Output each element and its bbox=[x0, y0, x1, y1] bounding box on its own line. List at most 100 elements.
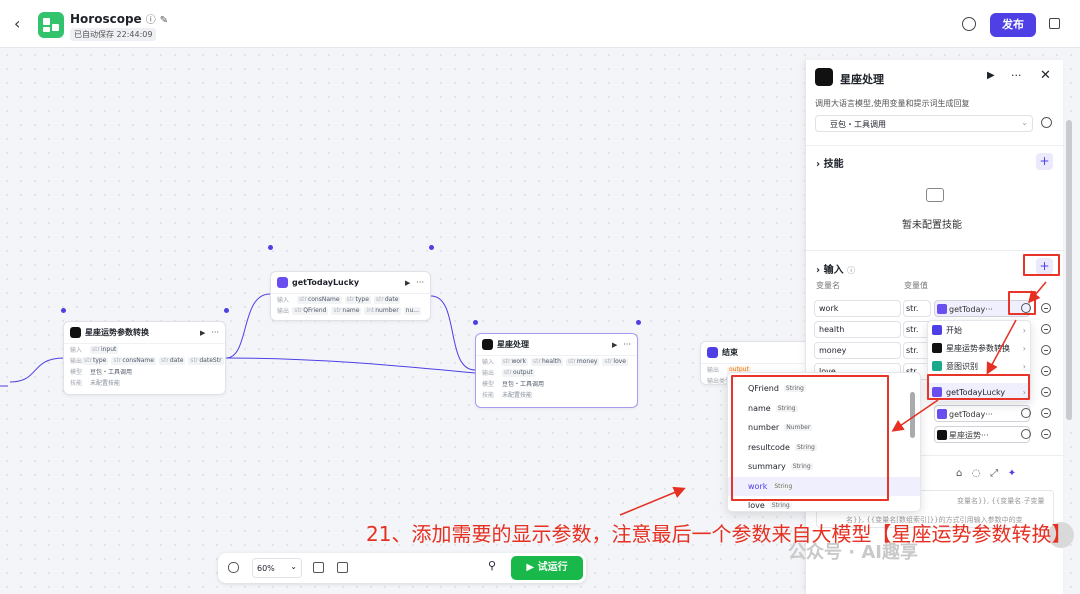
field-name: love bbox=[748, 501, 765, 511]
autosave-status: 已自动保存 22:44:09 bbox=[70, 28, 157, 41]
menu-item[interactable]: 开始 › bbox=[928, 321, 1030, 339]
remove-icon[interactable] bbox=[1041, 366, 1051, 376]
info-icon[interactable]: ⓘ bbox=[847, 266, 855, 275]
port-in[interactable] bbox=[268, 245, 273, 250]
history-icon[interactable] bbox=[962, 17, 976, 31]
output-label: 输出 bbox=[707, 367, 720, 374]
remove-icon[interactable] bbox=[1041, 429, 1051, 439]
column-header-value: 变量值 bbox=[904, 281, 928, 290]
reference-icon[interactable] bbox=[1021, 429, 1031, 439]
reference-icon[interactable] bbox=[1021, 408, 1031, 418]
comment-icon[interactable] bbox=[313, 562, 324, 573]
var-name-input[interactable]: health bbox=[814, 321, 901, 338]
publish-button[interactable]: 发布 bbox=[990, 13, 1036, 37]
input-section[interactable]: › 输入 ⓘ bbox=[816, 261, 855, 276]
highlight-box bbox=[1008, 291, 1036, 315]
run-icon[interactable]: ▶ bbox=[987, 70, 995, 81]
mouse-icon[interactable] bbox=[228, 562, 239, 573]
chevron-down-icon: ⌄ bbox=[1021, 118, 1028, 127]
output-label: 输出 bbox=[70, 358, 83, 365]
edit-icon[interactable]: ✎ bbox=[160, 15, 168, 26]
column-header-name: 变量名 bbox=[816, 281, 840, 290]
more-icon[interactable]: ··· bbox=[1011, 69, 1022, 82]
input-tag: input bbox=[100, 345, 117, 353]
zoom-select[interactable]: 60% ⌄ bbox=[252, 558, 302, 578]
output-label: 输出 bbox=[482, 370, 495, 377]
submenu-scrollbar[interactable] bbox=[910, 392, 915, 438]
menu-item[interactable]: 意图识别 › bbox=[928, 357, 1030, 375]
test-run-button[interactable]: ▶ 试运行 bbox=[511, 556, 583, 580]
skill-value: 未配置技能 bbox=[90, 380, 121, 387]
node-horoscope-process[interactable]: 星座处理 ▶ ··· 输入 strwork strhealth strmoney strlo… bbox=[475, 333, 638, 408]
panel-scrollbar[interactable] bbox=[1066, 120, 1072, 420]
run-icon[interactable]: ▶ bbox=[200, 329, 205, 337]
add-skill-button[interactable]: + bbox=[1036, 153, 1053, 170]
input-tag: consName bbox=[307, 295, 340, 303]
var-name-input[interactable]: money bbox=[814, 342, 901, 359]
chevron-right-icon: › bbox=[1022, 343, 1026, 353]
app-logo bbox=[38, 12, 64, 38]
skills-section[interactable]: › 技能 bbox=[816, 155, 844, 170]
more-icon[interactable]: ··· bbox=[623, 340, 631, 349]
bottom-toolbar: 60% ⌄ ⚲ ▶ 试运行 bbox=[218, 553, 586, 583]
library-icon[interactable]: ⌂ bbox=[956, 468, 962, 479]
skills-label: 技能 bbox=[823, 159, 844, 170]
plugin-icon bbox=[937, 304, 947, 314]
skill-value: 未配置技能 bbox=[502, 392, 533, 399]
input-label: 输入 bbox=[277, 297, 290, 304]
output-tag: number bbox=[375, 306, 399, 314]
llm-icon bbox=[932, 343, 942, 353]
back-icon[interactable]: ‹ bbox=[14, 14, 20, 33]
gear-icon[interactable] bbox=[1041, 117, 1052, 128]
expand-icon[interactable]: ⤢ bbox=[990, 468, 998, 479]
model-label: 模型 bbox=[482, 381, 495, 388]
more-icon[interactable]: ··· bbox=[211, 328, 219, 337]
run-icon[interactable]: ▶ bbox=[612, 341, 617, 349]
node-title: 星座运势参数转换 bbox=[85, 328, 149, 337]
remove-icon[interactable] bbox=[1041, 345, 1051, 355]
port-in[interactable] bbox=[473, 320, 478, 325]
copy-icon[interactable] bbox=[1049, 18, 1060, 29]
remove-icon[interactable] bbox=[1041, 303, 1051, 313]
bulb-icon[interactable]: ◌ bbox=[972, 468, 981, 479]
more-icon[interactable]: ··· bbox=[416, 278, 424, 287]
run-icon[interactable]: ▶ bbox=[405, 279, 410, 287]
output-tag: name bbox=[342, 306, 360, 314]
layout-icon[interactable] bbox=[337, 562, 348, 573]
remove-icon[interactable] bbox=[1041, 408, 1051, 418]
zoom-value: 60% bbox=[257, 564, 275, 573]
menu-item[interactable]: 星座运势参数转换 › bbox=[928, 339, 1030, 357]
close-icon[interactable]: ✕ bbox=[1040, 68, 1051, 83]
output-tag: type bbox=[92, 356, 107, 364]
remove-icon[interactable] bbox=[1041, 324, 1051, 334]
var-type-select[interactable]: str. bbox=[903, 300, 931, 317]
node-get-today-lucky[interactable]: getTodayLucky ▶ ··· 输入 strconsName strtype st… bbox=[270, 271, 431, 321]
prompt-hint: 变量名}}, {{变量名.子变量 bbox=[957, 497, 1045, 505]
trial-user-icon[interactable]: ⚲ bbox=[488, 559, 499, 572]
remove-icon[interactable] bbox=[1041, 387, 1051, 397]
var-value-select[interactable]: getToday··· bbox=[934, 405, 1030, 422]
model-select-value: 豆包・工具调用 bbox=[830, 120, 886, 129]
panel-description: 调用大语言模型,使用变量和提示词生成回复 bbox=[815, 99, 970, 108]
panel-title: 星座处理 bbox=[840, 73, 884, 86]
var-value-text: getToday··· bbox=[949, 410, 993, 419]
node-param-convert[interactable]: 星座运势参数转换 ▶ ··· 输入 strinput 输出 strtype strcons… bbox=[63, 321, 226, 395]
output-tag: nu... bbox=[405, 306, 419, 314]
var-value-select[interactable]: 星座运势··· bbox=[934, 426, 1030, 443]
llm-icon bbox=[482, 339, 493, 350]
prompt-toolbar: ⌂ ◌ ⤢ ✦ bbox=[956, 468, 1016, 479]
info-icon[interactable]: ⓘ bbox=[146, 15, 156, 26]
input-label: 输入 bbox=[823, 265, 844, 276]
node-title: getTodayLucky bbox=[292, 278, 360, 287]
var-name-input[interactable]: work bbox=[814, 300, 901, 317]
port-out[interactable] bbox=[636, 320, 641, 325]
model-select[interactable]: 豆包・工具调用 ⌄ bbox=[815, 115, 1033, 132]
port-in[interactable] bbox=[61, 308, 66, 313]
llm-icon bbox=[937, 430, 947, 440]
ai-sparkle-icon[interactable]: ✦ bbox=[1008, 468, 1016, 479]
port-out[interactable] bbox=[224, 308, 229, 313]
input-label: 输入 bbox=[482, 359, 495, 366]
output-tag: QFriend bbox=[303, 306, 327, 314]
port-out[interactable] bbox=[429, 245, 434, 250]
skills-empty-text: 暂未配置技能 bbox=[902, 220, 962, 231]
